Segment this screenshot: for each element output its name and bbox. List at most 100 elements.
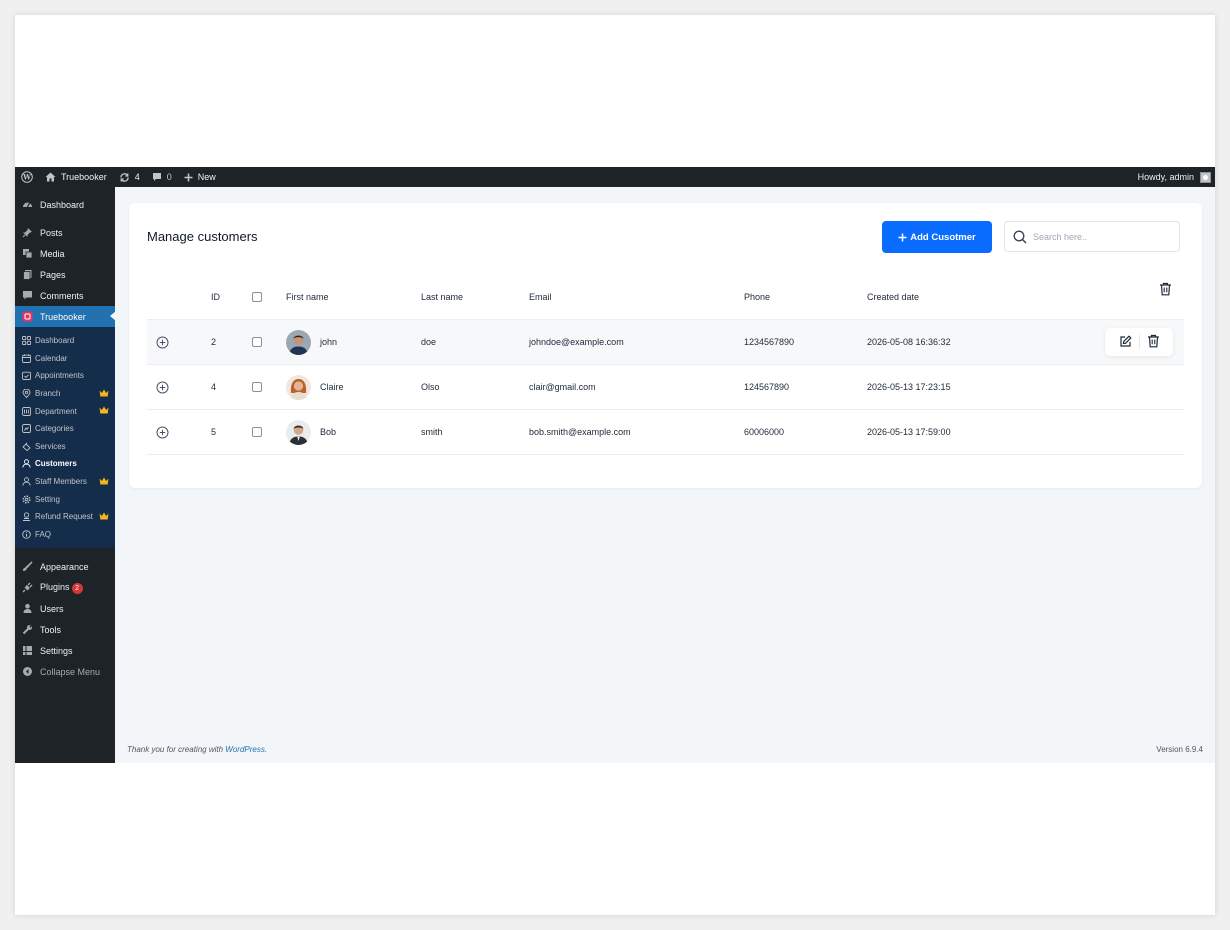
my-account-link[interactable]: Howdy, admin (1138, 171, 1215, 183)
actions-divider (1138, 335, 1140, 349)
cell-last-name: smith (421, 427, 443, 437)
menu-item-posts[interactable]: Posts (15, 222, 115, 243)
submenu-label: Branch (35, 389, 61, 399)
footer-thanks-text: Thank you for creating with (127, 745, 224, 754)
column-header-phone[interactable]: Phone (744, 275, 770, 319)
menu-item-tools[interactable]: Tools (15, 619, 115, 640)
table-row[interactable]: 4 Claire Olso clair@gmail.com 124567890 … (147, 365, 1184, 410)
column-header-created-date[interactable]: Created date (867, 275, 919, 319)
add-customer-button[interactable]: Add Cusotmer (882, 221, 992, 253)
cell-phone: 1234567890 (744, 337, 795, 347)
row-checkbox[interactable] (252, 337, 262, 347)
select-all-checkbox[interactable] (252, 292, 262, 302)
wordpress-admin: W Truebooker 4 0 New Howdy, admin Dashbo… (15, 167, 1215, 763)
comments-link[interactable]: 0 (146, 167, 178, 187)
expand-row-button[interactable] (156, 410, 169, 454)
expand-row-button[interactable] (156, 320, 169, 364)
menu-label: Tools (40, 624, 62, 635)
submenu-item-dashboard[interactable]: Dashboard (15, 332, 115, 350)
submenu-item-branch[interactable]: Branch (15, 385, 115, 403)
submenu-item-categories[interactable]: Categories (15, 420, 115, 438)
plus-icon (898, 233, 907, 241)
admin-bar: W Truebooker 4 0 New Howdy, admin (15, 167, 1215, 187)
submenu-item-appointments[interactable]: Appointments (15, 367, 115, 385)
submenu-item-department[interactable]: Department (15, 402, 115, 420)
table-row[interactable]: 5 Bob smith bob.smith@example.com 600060… (147, 410, 1184, 455)
cell-created-date: 2026-05-13 17:23:15 (867, 382, 951, 392)
search-input[interactable] (1033, 231, 1163, 242)
menu-item-dashboard[interactable]: Dashboard (15, 194, 115, 215)
refund-icon (23, 512, 30, 522)
column-header-last-name[interactable]: Last name (421, 275, 463, 319)
cell-email: bob.smith@example.com (529, 427, 631, 437)
wordpress-link[interactable]: WordPress (225, 745, 265, 754)
edit-button[interactable] (1119, 334, 1132, 350)
plugins-label: Plugins 2 (40, 582, 83, 594)
menu-item-plugins[interactable]: Plugins 2 (15, 577, 115, 598)
column-header-id[interactable]: ID (211, 275, 220, 319)
menu-item-users[interactable]: Users (15, 598, 115, 619)
collapse-icon (23, 667, 32, 677)
row-checkbox[interactable] (252, 382, 262, 392)
row-checkbox[interactable] (252, 427, 262, 437)
calendar-icon (22, 354, 31, 363)
updates-link[interactable]: 4 (113, 167, 146, 187)
submenu-item-calendar[interactable]: Calendar (15, 350, 115, 368)
menu-item-truebooker[interactable]: Truebooker (15, 306, 116, 327)
delete-button[interactable] (1147, 334, 1160, 350)
wp-logo-button[interactable]: W (15, 167, 39, 187)
comment-icon (152, 173, 161, 181)
submenu-item-customers[interactable]: Customers (15, 455, 115, 473)
bulk-delete-button[interactable] (1159, 267, 1172, 311)
collapse-menu-button[interactable]: Collapse Menu (15, 661, 115, 682)
plugin-icon (22, 582, 33, 593)
submenu-item-staff-members[interactable]: Staff Members (15, 473, 115, 491)
table-row[interactable]: 2 john doe johndoe@example.com 123456789… (147, 320, 1184, 365)
grid-icon (22, 336, 31, 346)
column-header-first-name[interactable]: First name (286, 275, 329, 319)
crown-icon (99, 406, 109, 414)
menu-label: Settings (40, 645, 73, 656)
menu-item-pages[interactable]: Pages (15, 264, 115, 285)
menu-label: Media (40, 248, 65, 259)
submenu-label: Staff Members (35, 477, 87, 487)
submenu-item-refund-request[interactable]: Refund Request (15, 508, 115, 526)
cell-last-name: doe (421, 337, 437, 347)
cell-id: 5 (211, 427, 217, 437)
avatar (286, 374, 311, 400)
truebooker-submenu: Dashboard Calendar Appointments Branch D… (15, 327, 115, 549)
plugins-update-badge: 2 (71, 582, 83, 594)
services-icon (22, 442, 31, 451)
menu-item-appearance[interactable]: Appearance (15, 556, 115, 577)
submenu-item-services[interactable]: Services (15, 438, 115, 456)
submenu-label: Appointments (35, 371, 84, 381)
crown-icon (99, 512, 109, 520)
submenu-item-setting[interactable]: Setting (15, 490, 115, 508)
first-name-text: Claire (320, 382, 344, 392)
trash-icon (1160, 282, 1171, 296)
row-checkbox-cell (252, 365, 262, 409)
new-content-link[interactable]: New (178, 167, 222, 187)
add-customer-label: Add Cusotmer (910, 231, 976, 243)
gear-icon (22, 495, 31, 504)
menu-item-comments[interactable]: Comments (15, 285, 115, 306)
cell-created-date: 2026-05-08 16:36:32 (867, 337, 951, 347)
submenu-label: Services (35, 441, 66, 451)
crown-icon (99, 389, 109, 397)
menu-item-settings[interactable]: Settings (15, 640, 115, 661)
menu-item-media[interactable]: Media (15, 243, 115, 264)
plus-circle-icon (156, 336, 169, 348)
submenu-label: Calendar (35, 353, 68, 363)
menu-label: Dashboard (40, 199, 85, 210)
column-header-email[interactable]: Email (529, 275, 552, 319)
menu-label: Comments (40, 290, 84, 301)
menu-label: Plugins (40, 581, 70, 592)
pages-icon (23, 270, 32, 280)
submenu-item-faq[interactable]: FAQ (15, 526, 115, 544)
site-name-link[interactable]: Truebooker (39, 167, 113, 187)
crown-icon (99, 477, 109, 485)
cell-first-name: Claire (286, 365, 344, 409)
submenu-label: FAQ (35, 529, 52, 539)
expand-row-button[interactable] (156, 365, 169, 409)
menu-label: Appearance (40, 561, 89, 572)
